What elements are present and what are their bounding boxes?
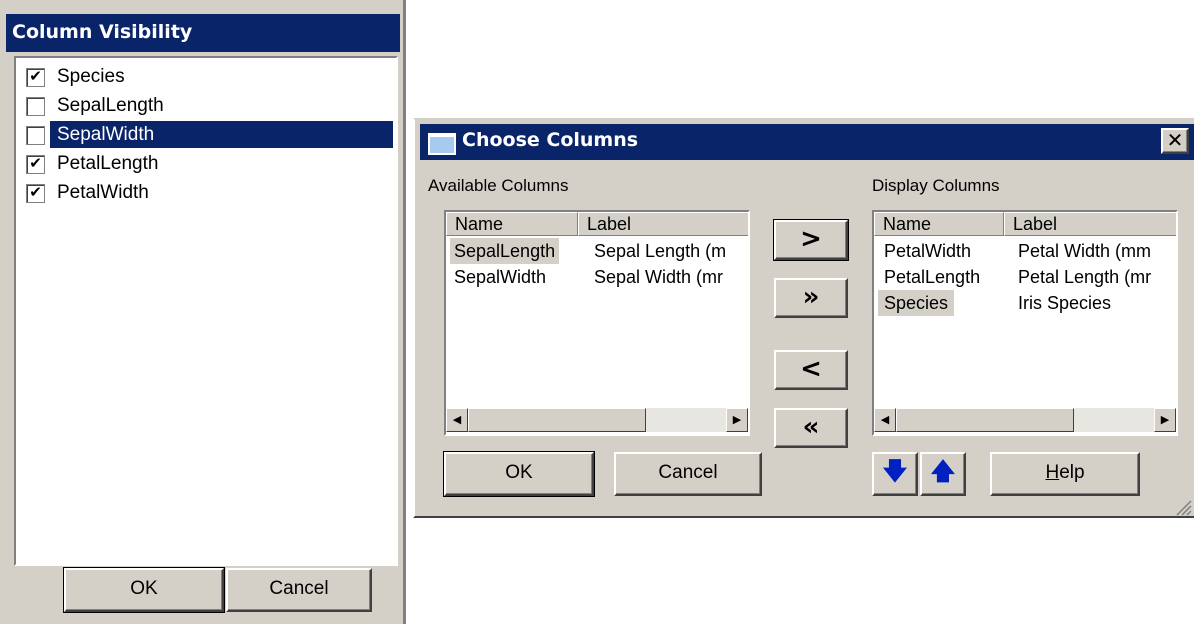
arrow-down-icon: 🡇 [882, 457, 908, 485]
cv-ok-button[interactable]: OK [63, 567, 225, 613]
column-visibility-title: Column Visibility [6, 14, 400, 52]
checkbox[interactable] [26, 126, 45, 145]
table-row-name[interactable]: PetalLength [884, 264, 980, 290]
list-item-selected[interactable]: SepalWidth [16, 118, 396, 148]
table-row-name[interactable]: Species [878, 290, 955, 316]
list-item[interactable]: ✔ PetalLength [16, 147, 396, 176]
move-up-button[interactable]: 🡅 [920, 452, 966, 496]
close-icon[interactable]: ✕ [1161, 128, 1189, 154]
remove-column-button[interactable]: < [774, 350, 848, 390]
list-item-label: PetalLength [57, 153, 159, 174]
table-row-label: Petal Length (mr [1018, 267, 1152, 287]
remove-all-columns-button[interactable]: « [774, 408, 848, 448]
column-header-name[interactable]: Name [446, 212, 578, 236]
move-down-button[interactable]: 🡇 [872, 452, 918, 496]
scroll-right-icon[interactable]: ▶ [726, 408, 748, 432]
checkbox[interactable]: ✔ [26, 155, 45, 174]
horizontal-scrollbar[interactable]: ◀ ▶ [874, 408, 1176, 432]
list-item[interactable]: SepalLength [16, 89, 396, 118]
table-row-name[interactable]: SepalLength [450, 238, 560, 264]
table-row-label: Petal Width (mm [1018, 241, 1152, 261]
column-visibility-list[interactable]: ✔ Species SepalLength SepalWidth ✔ Petal… [14, 56, 398, 566]
scroll-right-icon[interactable]: ▶ [1154, 408, 1176, 432]
table-row-label: Iris Species [1018, 293, 1112, 313]
table-row-label: Sepal Width (mr [594, 267, 724, 287]
display-columns-list[interactable]: Name Label PetalWidth Petal Width (mm Pe… [872, 210, 1178, 436]
window-icon [428, 133, 456, 155]
table-row-name[interactable]: PetalWidth [884, 238, 971, 264]
checkbox[interactable]: ✔ [26, 68, 45, 87]
horizontal-scrollbar[interactable]: ◀ ▶ [446, 408, 748, 432]
list-item-label: SepalLength [57, 95, 164, 116]
column-header-label[interactable]: Label [578, 212, 748, 236]
list-item-label: PetalWidth [57, 182, 149, 203]
display-columns-label: Display Columns [872, 176, 1000, 195]
list-item-label: SepalWidth [50, 121, 393, 148]
list-item-label: Species [57, 66, 125, 87]
help-button[interactable]: Help [990, 452, 1140, 496]
column-header-name[interactable]: Name [874, 212, 1004, 236]
column-header-label[interactable]: Label [1004, 212, 1176, 236]
add-all-columns-button[interactable]: » [774, 278, 848, 318]
resize-grip-icon[interactable] [1172, 496, 1192, 516]
table-row-label: Sepal Length (m [594, 241, 727, 261]
available-columns-label: Available Columns [428, 176, 569, 195]
scroll-left-icon[interactable]: ◀ [446, 408, 468, 432]
ok-button[interactable]: OK [443, 451, 595, 497]
scrollbar-thumb[interactable] [468, 408, 646, 432]
add-column-button[interactable]: > [773, 219, 849, 261]
table-row-name[interactable]: SepalWidth [454, 264, 546, 290]
choose-columns-title: Choose Columns [462, 129, 639, 151]
scroll-left-icon[interactable]: ◀ [874, 408, 896, 432]
available-columns-list[interactable]: Name Label SepalLength Sepal Length (m S… [444, 210, 750, 436]
help-label: elp [1059, 462, 1085, 483]
checkbox[interactable] [26, 97, 45, 116]
arrow-up-icon: 🡅 [930, 457, 956, 485]
help-mnemonic: H [1045, 462, 1060, 483]
cv-cancel-button[interactable]: Cancel [226, 568, 372, 612]
checkbox[interactable]: ✔ [26, 184, 45, 203]
scrollbar-thumb[interactable] [896, 408, 1074, 432]
list-item[interactable]: ✔ PetalWidth [16, 176, 396, 205]
list-item[interactable]: ✔ Species [16, 60, 396, 89]
cancel-button[interactable]: Cancel [614, 452, 762, 496]
